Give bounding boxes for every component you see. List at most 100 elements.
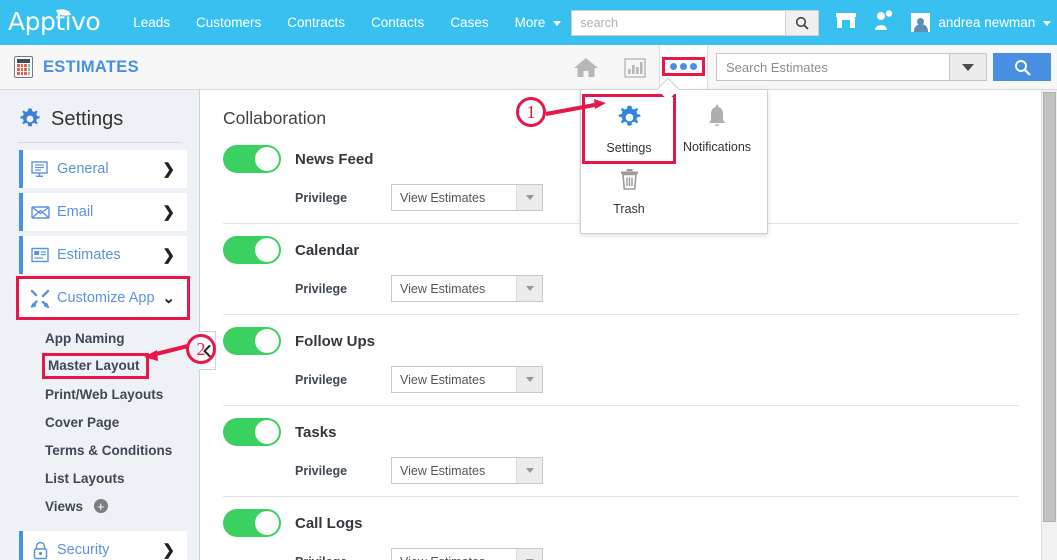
- sidebar-item-customize-app[interactable]: Customize App ⌄: [16, 276, 190, 320]
- dropdown-arrow-icon[interactable]: [516, 549, 542, 560]
- privilege-select-follow-ups[interactable]: View Estimates: [391, 366, 543, 393]
- toggle-knob: [255, 329, 279, 353]
- storefront-icon[interactable]: [835, 10, 857, 35]
- chevron-down-icon: [962, 63, 974, 71]
- chart-icon: [623, 57, 646, 78]
- privilege-value: View Estimates: [400, 463, 486, 478]
- collab-row-call-logs: Call Logs Privilege View Estimates: [223, 497, 1019, 560]
- gear-icon: [20, 108, 40, 127]
- dropdown-arrow-icon[interactable]: [516, 367, 542, 392]
- sidebar-item-email[interactable]: Email ❯: [19, 193, 187, 231]
- app-subheader: ESTIMATES: [0, 44, 1057, 90]
- privilege-label: Privilege: [295, 190, 348, 205]
- sidebar-collapse-button[interactable]: [199, 331, 216, 370]
- global-search-button[interactable]: [785, 10, 819, 35]
- toggle-calendar[interactable]: [223, 236, 281, 264]
- privilege-select-calendar[interactable]: View Estimates: [391, 275, 543, 302]
- nav-item-leads[interactable]: Leads: [120, 0, 183, 45]
- brand-name: Apptivo: [8, 7, 101, 36]
- submenu-item-views[interactable]: Views +: [0, 493, 199, 521]
- add-view-plus-icon[interactable]: +: [93, 499, 108, 514]
- nav-item-customers[interactable]: Customers: [183, 0, 274, 45]
- privilege-label: Privilege: [295, 281, 348, 296]
- sidebar-item-security[interactable]: Security ❯: [19, 531, 187, 560]
- row-label: Call Logs: [295, 514, 363, 532]
- sidebar-item-label: Security: [57, 542, 110, 558]
- dropdown-arrow-icon[interactable]: [516, 185, 542, 210]
- lock-icon: [23, 541, 57, 560]
- privilege-value: View Estimates: [400, 190, 486, 205]
- sidebar-divider: [18, 142, 181, 143]
- estimates-icon: [23, 247, 57, 263]
- chevron-right-icon: ❯: [162, 161, 175, 178]
- nav-item-contacts[interactable]: Contacts: [358, 0, 437, 45]
- nav-label: Contacts: [371, 15, 425, 30]
- submenu-item-master-layout[interactable]: Master Layout: [42, 353, 149, 379]
- privilege-select-tasks[interactable]: View Estimates: [391, 457, 543, 484]
- chevron-right-icon: ❯: [162, 204, 175, 221]
- caret-down-icon: [1043, 20, 1051, 26]
- submenu-item-label: Views: [45, 499, 84, 514]
- bell-icon: [709, 104, 725, 127]
- dropdown-arrow-icon[interactable]: [516, 276, 542, 301]
- toggle-follow-ups[interactable]: [223, 327, 281, 355]
- row-label: Tasks: [295, 423, 337, 441]
- privilege-value: View Estimates: [400, 281, 486, 296]
- scrollbar-thumb[interactable]: [1043, 92, 1056, 522]
- submenu-item-cover-page[interactable]: Cover Page: [0, 409, 199, 437]
- toggle-news-feed[interactable]: [223, 145, 281, 173]
- home-button[interactable]: [561, 45, 610, 89]
- popup-item-notifications[interactable]: Notifications: [673, 97, 761, 161]
- toggle-knob: [255, 147, 279, 171]
- toggle-tasks[interactable]: [223, 418, 281, 446]
- nav-item-cases[interactable]: Cases: [437, 0, 501, 45]
- toggle-call-logs[interactable]: [223, 509, 281, 537]
- popup-item-trash[interactable]: Trash: [585, 161, 673, 222]
- row-label: News Feed: [295, 150, 374, 168]
- toggle-knob: [255, 511, 279, 535]
- search-icon: [1014, 59, 1031, 76]
- privilege-label: Privilege: [295, 372, 348, 387]
- chevron-left-icon: [203, 344, 211, 357]
- popup-item-settings[interactable]: Settings: [582, 94, 676, 164]
- privilege-select-call-logs[interactable]: View Estimates: [391, 548, 543, 560]
- envelope-icon: [23, 204, 57, 220]
- search-icon: [796, 16, 810, 30]
- nav-label: More: [514, 15, 546, 30]
- sidebar-item-estimates[interactable]: Estimates ❯: [19, 236, 187, 274]
- global-search[interactable]: [571, 9, 820, 36]
- estimates-search-button[interactable]: [993, 53, 1051, 81]
- privilege-select-news-feed[interactable]: View Estimates: [391, 184, 543, 211]
- sidebar-header: Settings: [0, 90, 199, 142]
- nav-item-more[interactable]: More: [502, 0, 575, 45]
- avatar[interactable]: [911, 13, 931, 32]
- gear-icon: [618, 105, 640, 126]
- estimates-search-dropdown[interactable]: [949, 54, 986, 80]
- submenu-item-terms-conditions[interactable]: Terms & Conditions: [0, 437, 199, 465]
- estimates-search-input[interactable]: [717, 54, 949, 80]
- user-menu[interactable]: andrea newman: [938, 15, 1051, 30]
- row-label: Calendar: [295, 241, 360, 259]
- caret-down-icon: [553, 20, 562, 26]
- submenu-item-print-web-layouts[interactable]: Print/Web Layouts: [0, 381, 199, 409]
- sidebar-item-label: Email: [57, 204, 94, 220]
- toggle-knob: [255, 238, 279, 262]
- tools-icon: [23, 289, 57, 308]
- sidebar-item-general[interactable]: General ❯: [19, 150, 187, 188]
- vertical-scrollbar[interactable]: [1041, 90, 1057, 560]
- more-options-popup: Settings Notifications Trash: [580, 77, 768, 234]
- chevron-right-icon: ❯: [162, 247, 175, 264]
- submenu-item-app-naming[interactable]: App Naming: [0, 325, 199, 353]
- apptivo-logo[interactable]: Apptivo: [8, 6, 101, 36]
- nav-item-contracts[interactable]: Contracts: [274, 0, 358, 45]
- global-search-input[interactable]: [572, 10, 786, 35]
- nav-label: Customers: [195, 15, 262, 30]
- collab-row-tasks: Tasks Privilege View Estimates: [223, 406, 1019, 497]
- dropdown-arrow-icon[interactable]: [516, 458, 542, 483]
- reports-button[interactable]: [610, 45, 659, 89]
- estimates-search[interactable]: [716, 53, 987, 81]
- submenu-item-list-layouts[interactable]: List Layouts: [0, 465, 199, 493]
- home-icon: [573, 57, 598, 77]
- popup-item-label: Trash: [613, 202, 645, 216]
- person-add-icon[interactable]: [873, 9, 893, 36]
